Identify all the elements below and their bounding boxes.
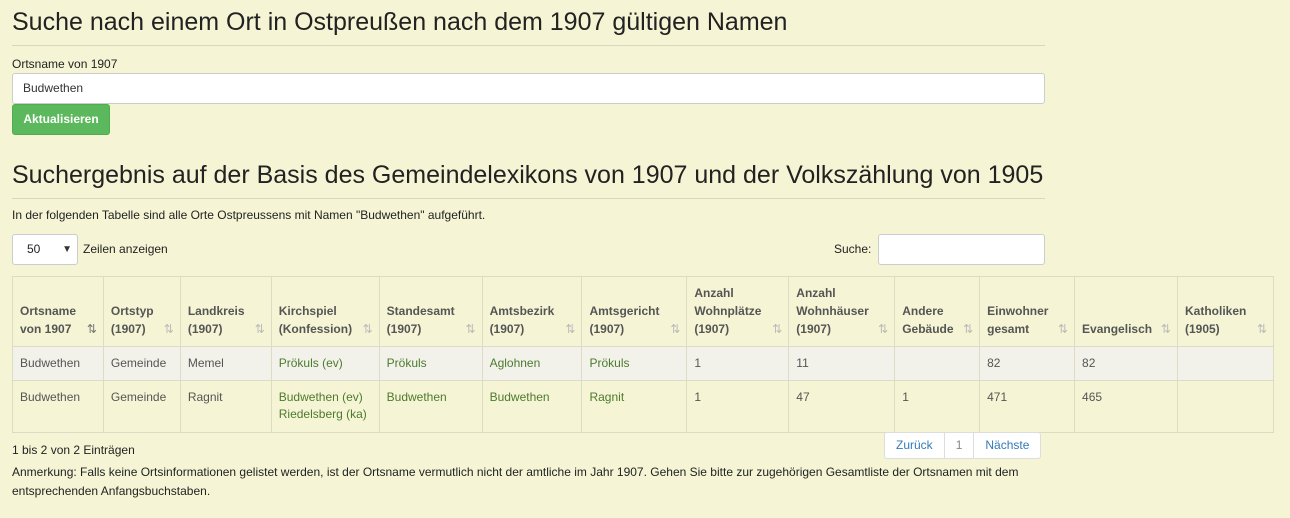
cell-wohnplaetze: 1	[686, 346, 790, 381]
table-header-row: Ortsname von 1907 ⇅ Ortstyp (1907) ⇅ Landkre…	[12, 276, 1275, 347]
cell-kirchspiel: Prökuls (ev)	[270, 346, 380, 381]
kirchspiel-link[interactable]: Budwethen (ev)	[279, 389, 372, 406]
col-andere-gebaeude[interactable]: Andere Gebäude ⇅	[894, 276, 981, 347]
sort-icon: ⇅	[670, 322, 681, 336]
cell-wohnplaetze: 1	[686, 380, 790, 433]
cell-amtsgericht: Ragnit	[581, 380, 688, 433]
results-table: Ortsname von 1907 ⇅ Ortstyp (1907) ⇅ Landkre…	[12, 276, 1275, 433]
search-form-title: Suche nach einem Ort in Ostpreußen nach …	[12, 8, 1045, 46]
sort-icon: ⇅	[1160, 322, 1171, 336]
cell-standesamt: Prökuls	[378, 346, 483, 381]
cell-evangelisch: 465	[1074, 380, 1178, 433]
col-ortsname[interactable]: Ortsname von 1907 ⇅	[12, 276, 104, 347]
cell-ortsname: Budwethen	[12, 346, 104, 381]
col-kirchspiel[interactable]: Kirchspiel (Konfession) ⇅	[270, 276, 380, 347]
sort-icon: ⇅	[1057, 322, 1069, 336]
results-title: Suchergebnis auf der Basis des Gemeindel…	[12, 161, 1045, 199]
sort-asc-icon: ⇅	[86, 322, 97, 336]
cell-wohnhaeuser: 11	[788, 346, 896, 381]
table-row: Budwethen Gemeinde Memel Prökuls (ev) Pr…	[12, 346, 1275, 381]
cell-amtsbezirk: Aglohnen	[481, 346, 583, 381]
cell-amtsbezirk: Budwethen	[481, 380, 583, 433]
table-row: Budwethen Gemeinde Ragnit Budwethen (ev)…	[12, 380, 1275, 433]
standesamt-link[interactable]: Budwethen	[387, 389, 475, 406]
sort-icon: ⇅	[465, 322, 476, 336]
cell-standesamt: Budwethen	[378, 380, 483, 433]
amtsbezirk-link[interactable]: Aglohnen	[490, 355, 575, 372]
cell-kirchspiel: Budwethen (ev) Riedelsberg (ka)	[270, 380, 380, 433]
page-length-label: Zeilen anzeigen	[83, 242, 168, 256]
ortsname-label: Ortsname von 1907	[12, 57, 118, 71]
col-landkreis[interactable]: Landkreis (1907) ⇅	[179, 276, 272, 347]
page-length-value: 50	[27, 242, 41, 256]
cell-ortstyp: Gemeinde	[102, 346, 181, 381]
col-evangelisch[interactable]: Evangelisch ⇅	[1074, 276, 1178, 347]
col-ortstyp[interactable]: Ortstyp (1907) ⇅	[102, 276, 181, 347]
cell-einwohner: 471	[979, 380, 1076, 433]
table-search-label: Suche:	[834, 242, 872, 256]
sort-icon: ⇅	[772, 322, 783, 336]
cell-andere-gebaeude	[894, 346, 981, 381]
table-info: 1 bis 2 von 2 Einträgen	[12, 443, 135, 457]
amtsgericht-link[interactable]: Prökuls	[589, 355, 679, 372]
col-amtsgericht[interactable]: Amtsgericht (1907) ⇅	[581, 276, 688, 347]
update-button[interactable]: Aktualisieren	[12, 104, 110, 135]
sort-icon: ⇅	[163, 322, 174, 336]
page-length-select[interactable]: 50 ▼	[12, 234, 78, 265]
col-katholiken[interactable]: Katholiken (1905) ⇅	[1176, 276, 1275, 347]
col-einwohner[interactable]: Einwohner gesamt ⇅	[979, 276, 1076, 347]
remark-note: Anmerkung: Falls keine Ortsinformationen…	[12, 465, 1019, 498]
amtsgericht-link[interactable]: Ragnit	[589, 389, 679, 406]
cell-evangelisch: 82	[1074, 346, 1178, 381]
sort-icon: ⇅	[1256, 322, 1267, 336]
pagination-previous[interactable]: Zurück	[884, 432, 945, 459]
pagination: Zurück 1 Nächste	[884, 432, 1042, 459]
amtsbezirk-link[interactable]: Budwethen	[490, 389, 575, 406]
cell-ortsname: Budwethen	[12, 380, 104, 433]
col-amtsbezirk[interactable]: Amtsbezirk (1907) ⇅	[481, 276, 583, 347]
chevron-down-icon: ▼	[62, 244, 72, 255]
cell-katholiken	[1176, 380, 1275, 433]
ortsname-input[interactable]: Budwethen	[12, 73, 1045, 104]
sort-icon: ⇅	[878, 322, 889, 336]
sort-icon: ⇅	[565, 322, 576, 336]
col-standesamt[interactable]: Standesamt (1907) ⇅	[378, 276, 483, 347]
cell-landkreis: Memel	[179, 346, 272, 381]
pagination-page-1[interactable]: 1	[943, 432, 975, 459]
col-wohnplaetze[interactable]: Anzahl Wohnplätze (1907) ⇅	[686, 276, 790, 347]
cell-ortstyp: Gemeinde	[102, 380, 181, 433]
kirchspiel-link[interactable]: Riedelsberg (ka)	[279, 406, 372, 423]
col-wohnhaeuser[interactable]: Anzahl Wohnhäuser (1907) ⇅	[788, 276, 896, 347]
cell-landkreis: Ragnit	[179, 380, 272, 433]
pagination-next[interactable]: Nächste	[973, 432, 1042, 459]
cell-wohnhaeuser: 47	[788, 380, 896, 433]
cell-einwohner: 82	[979, 346, 1076, 381]
standesamt-link[interactable]: Prökuls	[387, 355, 475, 372]
table-search-input[interactable]	[878, 234, 1045, 265]
cell-amtsgericht: Prökuls	[581, 346, 688, 381]
sort-icon: ⇅	[362, 322, 373, 336]
sort-icon: ⇅	[963, 322, 974, 336]
results-intro: In der folgenden Tabelle sind alle Orte …	[12, 208, 486, 222]
cell-andere-gebaeude: 1	[894, 380, 981, 433]
sort-icon: ⇅	[254, 322, 265, 336]
kirchspiel-link[interactable]: Prökuls (ev)	[279, 355, 372, 372]
cell-katholiken	[1176, 346, 1275, 381]
